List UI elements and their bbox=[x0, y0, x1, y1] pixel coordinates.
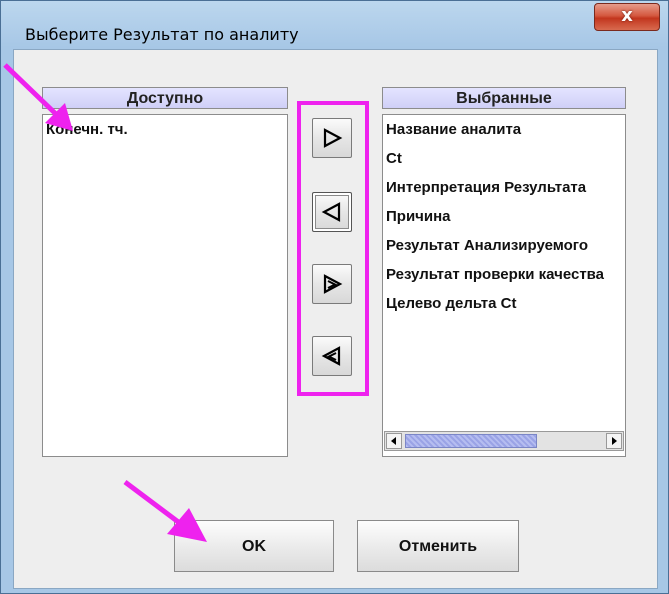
move-right-button[interactable] bbox=[312, 118, 352, 158]
move-all-right-icon bbox=[323, 274, 343, 294]
title-bar[interactable]: Выберите Результат по аналиту x bbox=[1, 1, 668, 47]
selected-list-header: Выбранные bbox=[382, 87, 626, 109]
list-item[interactable]: Интерпретация Результата bbox=[383, 173, 625, 202]
list-item[interactable]: Причина bbox=[383, 202, 625, 231]
scroll-left-button[interactable] bbox=[386, 433, 402, 449]
list-item[interactable]: Название аналита bbox=[383, 115, 625, 144]
close-button[interactable]: x bbox=[594, 3, 660, 31]
window-title: Выберите Результат по аналиту bbox=[25, 25, 299, 44]
move-all-right-button[interactable] bbox=[312, 264, 352, 304]
list-item[interactable]: Результат проверки качества bbox=[383, 260, 625, 289]
annotation-arrow-icon bbox=[3, 63, 73, 131]
dialog-window: Выберите Результат по аналиту x Доступно… bbox=[0, 0, 669, 594]
annotation-arrow-icon bbox=[123, 480, 207, 542]
cancel-button[interactable]: Отменить bbox=[357, 520, 519, 572]
close-icon: x bbox=[621, 5, 633, 26]
selected-list-hscrollbar[interactable] bbox=[384, 431, 624, 451]
selected-list[interactable]: Название аналита Ct Интерпретация Резуль… bbox=[382, 114, 626, 457]
scrollbar-thumb[interactable] bbox=[405, 434, 537, 448]
list-item[interactable]: Ct bbox=[383, 144, 625, 173]
move-all-left-icon bbox=[321, 346, 341, 366]
list-item[interactable]: Результат Анализируемого bbox=[383, 231, 625, 260]
move-left-button[interactable] bbox=[312, 192, 352, 232]
move-left-icon bbox=[321, 202, 341, 222]
arrow-right-icon bbox=[612, 437, 617, 445]
move-right-icon bbox=[323, 128, 343, 148]
available-list[interactable]: Конечн. тч. bbox=[42, 114, 288, 457]
move-all-left-button[interactable] bbox=[312, 336, 352, 376]
list-item[interactable]: Целево дельта Ct bbox=[383, 289, 625, 318]
scroll-right-button[interactable] bbox=[606, 433, 622, 449]
arrow-left-icon bbox=[391, 437, 396, 445]
